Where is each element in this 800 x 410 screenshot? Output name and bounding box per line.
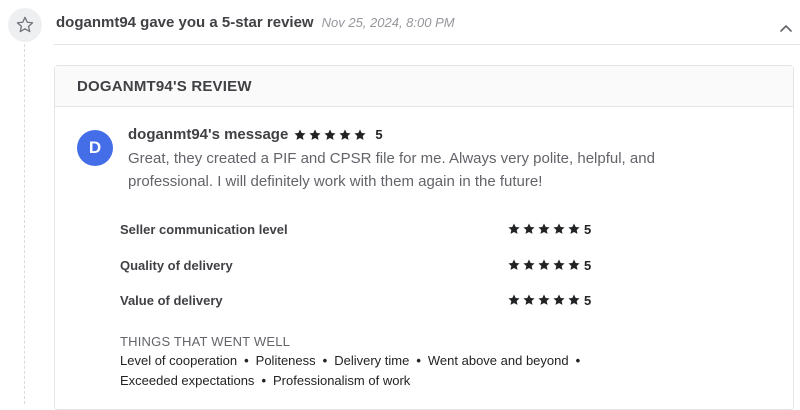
chevron-up-icon[interactable] [778,20,794,36]
review-card-heading: DOGANMT94'S REVIEW [55,66,793,107]
bullet-separator: • [322,353,328,368]
rating-stars [507,222,581,236]
star-filled-icon [538,294,550,305]
went-well-list: Level of cooperation • Politeness • Delivery… [120,351,620,391]
notification-title: doganmt94 gave you a 5-star review [56,14,314,31]
star-filled-icon [294,128,306,140]
star-filled-icon [523,294,535,305]
header-divider [54,44,800,45]
star-filled-icon [339,128,351,140]
star-filled-icon [553,223,565,234]
went-well-item: Exceeded expectations [120,373,255,388]
star-filled-icon [568,294,580,305]
overall-score: 5 [375,127,383,142]
notification-date: Nov 25, 2024, 8:00 PM [321,15,455,30]
star-filled-icon [354,128,366,140]
message-text: Great, they created a PIF and CPSR file … [128,150,655,190]
avatar: D [77,130,113,166]
rating-label: Seller communication level [120,221,288,237]
star-filled-icon [553,294,565,305]
review-notification-header: doganmt94 gave you a 5-star review Nov 2… [56,14,455,36]
message-header: doganmt94's message 5 [128,126,383,143]
rating-label: Quality of delivery [120,257,233,273]
timeline-line [24,44,26,404]
bullet-separator: • [261,373,266,388]
star-filled-icon [324,128,336,140]
rating-score: 5 [584,257,592,273]
star-filled-icon [508,294,520,305]
went-well-item: Went above and beyond [427,353,569,368]
went-well-item: Professionalism of work [273,373,411,388]
rating-label: Value of delivery [120,292,223,308]
review-card: DOGANMT94'S REVIEW D doganmt94's message… [54,65,794,410]
bullet-separator: • [244,353,249,368]
rating-row-communication: Seller communication level 5 [120,218,620,240]
star-filled-icon [568,223,580,234]
star-filled-icon [553,259,565,270]
rating-stars [507,293,581,307]
star-filled-icon [538,223,550,234]
timeline-star-icon [8,8,42,42]
bullet-separator: • [575,353,581,368]
star-filled-icon [538,259,550,270]
star-outline-icon [16,16,34,33]
message-title: doganmt94's message [128,126,289,143]
rating-row-quality: Quality of delivery 5 [120,254,620,276]
star-filled-icon [508,259,520,270]
rating-stars [507,258,581,272]
rating-score: 5 [584,221,592,237]
rating-row-value: Value of delivery 5 [120,289,620,311]
star-filled-icon [523,259,535,270]
overall-stars [293,128,367,142]
went-well-title: THINGS THAT WENT WELL [120,334,291,349]
star-filled-icon [523,223,535,234]
star-filled-icon [508,223,520,234]
went-well-item: Level of cooperation [120,353,238,368]
star-filled-icon [568,259,580,270]
star-filled-icon [309,128,321,140]
bullet-separator: • [416,353,421,368]
rating-score: 5 [584,292,592,308]
went-well-item: Politeness [255,353,316,368]
went-well-item: Delivery time [334,353,410,368]
